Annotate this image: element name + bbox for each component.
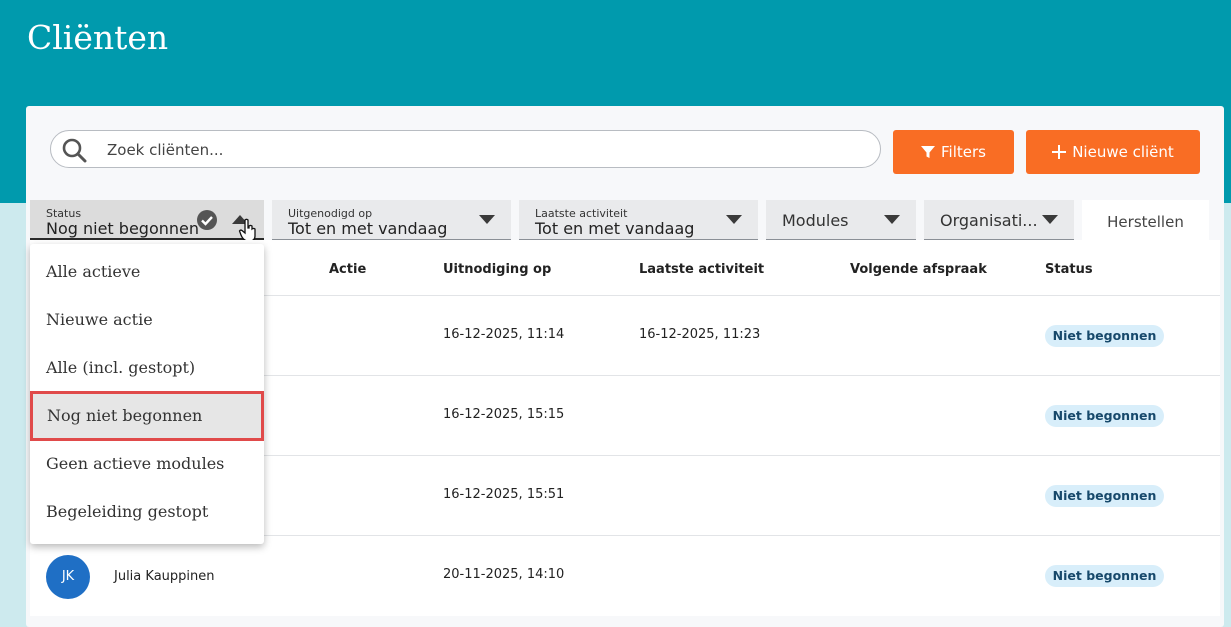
last-activity-filter-value: Tot en met vandaag bbox=[535, 219, 695, 238]
status-option-nog-niet-begonnen[interactable]: Nog niet begonnen bbox=[30, 391, 264, 441]
status-badge: Niet begonnen bbox=[1045, 565, 1164, 587]
column-header-status[interactable]: Status bbox=[1045, 262, 1093, 277]
status-badge: Niet begonnen bbox=[1045, 405, 1164, 427]
invited-cell: 20-11-2025, 14:10 bbox=[443, 567, 565, 582]
invited-cell: 16-12-2025, 15:51 bbox=[443, 487, 565, 502]
status-badge: Niet begonnen bbox=[1045, 325, 1164, 347]
page-title: Cliënten bbox=[27, 18, 169, 57]
avatar: JK bbox=[46, 555, 90, 599]
modules-filter[interactable]: Modules bbox=[766, 200, 916, 240]
new-client-button[interactable]: Nieuwe cliënt bbox=[1026, 130, 1200, 174]
last-activity-cell: 16-12-2025, 11:23 bbox=[639, 327, 761, 342]
status-option-alle-incl-gestopt[interactable]: Alle (incl. gestopt) bbox=[30, 344, 264, 392]
status-dropdown-menu: Alle actieve Nieuwe actie Alle (incl. ge… bbox=[30, 244, 264, 544]
status-option-nieuwe-actie[interactable]: Nieuwe actie bbox=[30, 296, 264, 344]
client-name[interactable]: Julia Kauppinen bbox=[114, 569, 215, 584]
chevron-down-icon bbox=[479, 215, 495, 224]
invited-cell: 16-12-2025, 11:14 bbox=[443, 327, 565, 342]
organisation-filter[interactable]: Organisati... bbox=[924, 200, 1074, 240]
search-box[interactable] bbox=[50, 130, 881, 168]
chevron-down-icon bbox=[1042, 215, 1058, 224]
status-filter-value: Nog niet begonnen bbox=[46, 219, 199, 238]
column-header-next-appointment[interactable]: Volgende afspraak bbox=[850, 262, 987, 277]
status-option-begeleiding-gestopt[interactable]: Begeleiding gestopt bbox=[30, 488, 264, 536]
filters-button[interactable]: Filters bbox=[893, 130, 1014, 174]
modules-filter-value: Modules bbox=[782, 211, 849, 230]
chevron-down-icon bbox=[726, 215, 742, 224]
filters-button-label: Filters bbox=[941, 143, 986, 161]
search-icon bbox=[62, 138, 87, 163]
filter-icon bbox=[921, 146, 936, 158]
organisation-filter-value: Organisati... bbox=[940, 211, 1038, 230]
status-filter[interactable]: Status Nog niet begonnen bbox=[30, 200, 264, 242]
invited-cell: 16-12-2025, 15:15 bbox=[443, 407, 565, 422]
search-input[interactable] bbox=[107, 139, 847, 161]
status-badge: Niet begonnen bbox=[1045, 485, 1164, 507]
chevron-down-icon bbox=[884, 215, 900, 224]
check-circle-icon bbox=[197, 210, 217, 230]
status-option-geen-actieve-modules[interactable]: Geen actieve modules bbox=[30, 440, 264, 488]
reset-button[interactable]: Herstellen bbox=[1082, 200, 1209, 244]
column-header-invited[interactable]: Uitnodiging op bbox=[443, 262, 551, 277]
last-activity-filter[interactable]: Laatste activiteit Tot en met vandaag bbox=[519, 200, 758, 240]
column-header-last-activity[interactable]: Laatste activiteit bbox=[639, 262, 764, 277]
invited-filter[interactable]: Uitgenodigd op Tot en met vandaag bbox=[272, 200, 511, 240]
hand-pointer-icon bbox=[238, 218, 256, 242]
new-client-button-label: Nieuwe cliënt bbox=[1072, 143, 1174, 161]
invited-filter-value: Tot en met vandaag bbox=[288, 219, 448, 238]
plus-icon bbox=[1052, 145, 1067, 159]
status-option-alle-actieve[interactable]: Alle actieve bbox=[30, 248, 264, 296]
table-row[interactable]: JK Julia Kauppinen 20-11-2025, 14:10 Nie… bbox=[30, 535, 1220, 615]
column-header-action[interactable]: Actie bbox=[329, 262, 366, 277]
